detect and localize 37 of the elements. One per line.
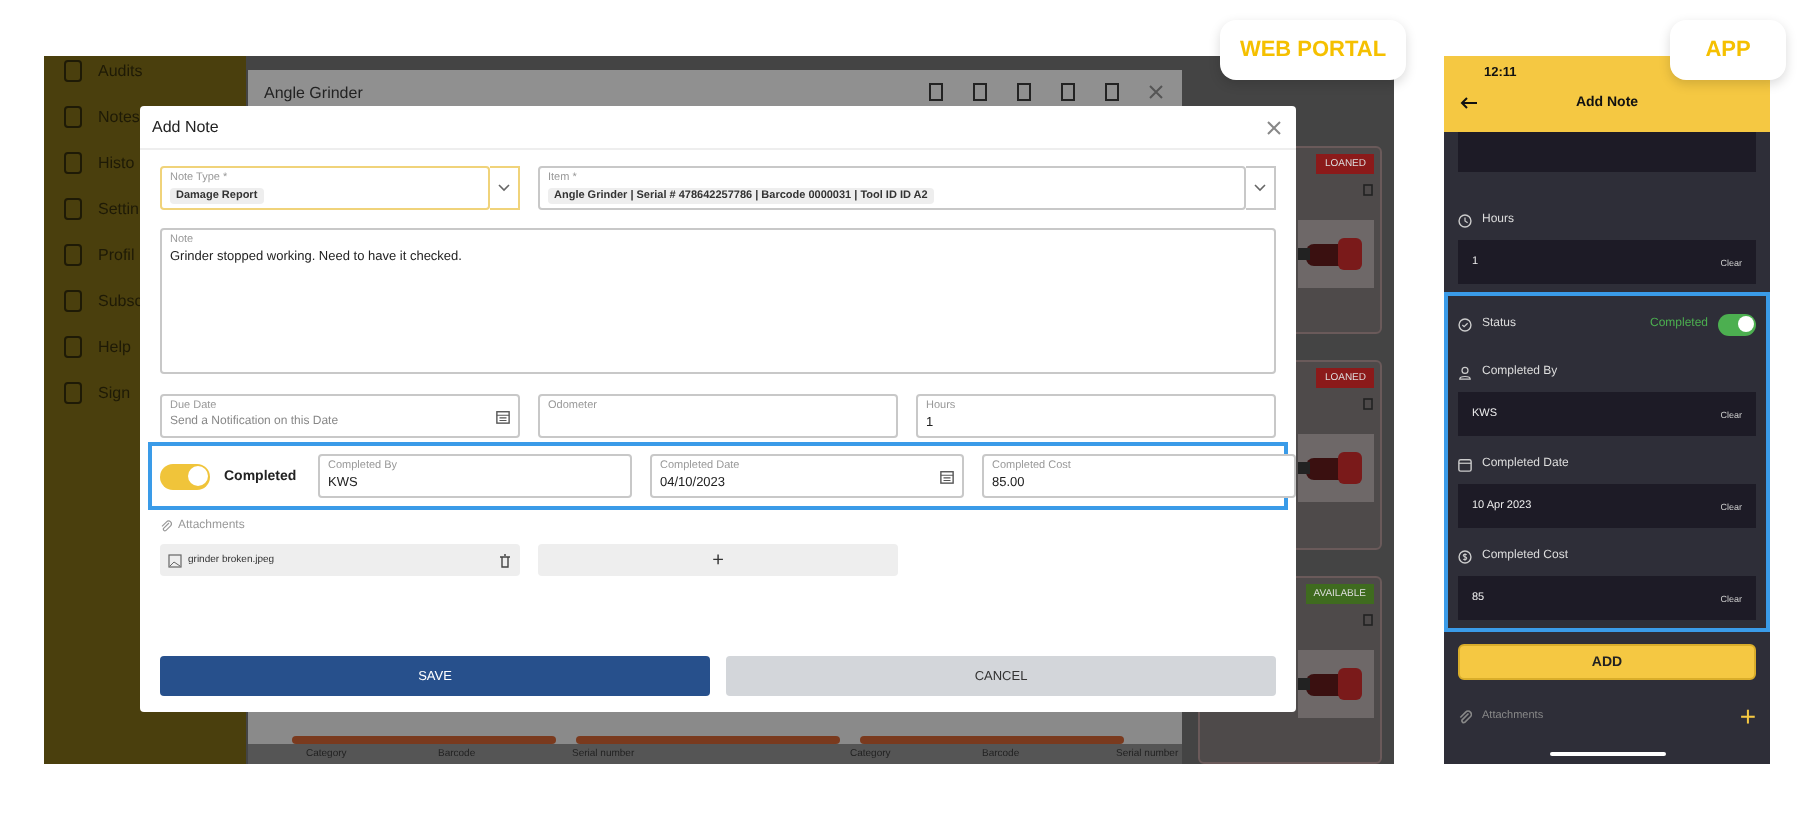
paperclip-icon — [160, 520, 172, 532]
menu-item-icon — [64, 243, 82, 265]
home-indicator — [1549, 752, 1665, 756]
toolbar-icon[interactable] — [1058, 82, 1078, 102]
add-attachment-button[interactable]: + — [1739, 704, 1756, 728]
menu-item-icon — [64, 289, 82, 311]
person-icon — [1458, 365, 1472, 379]
menu-item-icon — [64, 381, 82, 403]
toolbar-icon[interactable] — [970, 82, 990, 102]
toggle-switch[interactable] — [1718, 313, 1756, 335]
chevron-down-icon — [498, 184, 510, 192]
dialog-title: Add Note — [152, 118, 219, 136]
chevron-down-icon — [1254, 184, 1266, 192]
toolbar-icon[interactable] — [1102, 82, 1122, 102]
text-field[interactable] — [1458, 132, 1756, 172]
section-tag: APP — [1670, 20, 1786, 80]
clock-icon — [1458, 213, 1472, 227]
back-button[interactable] — [1460, 96, 1478, 110]
toolbar-icon[interactable] — [1014, 82, 1034, 102]
close-button[interactable] — [1264, 117, 1284, 137]
menu-item-icon — [64, 335, 82, 357]
toggle-switch[interactable] — [160, 463, 210, 489]
calendar-icon — [940, 470, 954, 484]
dollar-icon — [1458, 549, 1472, 563]
menu-item-icon — [64, 105, 82, 127]
paperclip-icon — [1458, 709, 1472, 723]
menu-item-icon — [64, 197, 82, 219]
panel-title: Angle Grinder — [264, 83, 365, 101]
toolbar-icon[interactable] — [926, 82, 946, 102]
image-icon — [168, 553, 182, 567]
menu-item-icon — [64, 59, 82, 81]
add-attachment-button[interactable]: + — [538, 544, 898, 576]
section-tag: WEB PORTAL — [1220, 20, 1406, 80]
check-circle-icon — [1458, 317, 1472, 331]
menu-item-icon — [64, 151, 82, 173]
calendar-icon — [496, 410, 510, 424]
calendar-icon — [1458, 457, 1472, 471]
